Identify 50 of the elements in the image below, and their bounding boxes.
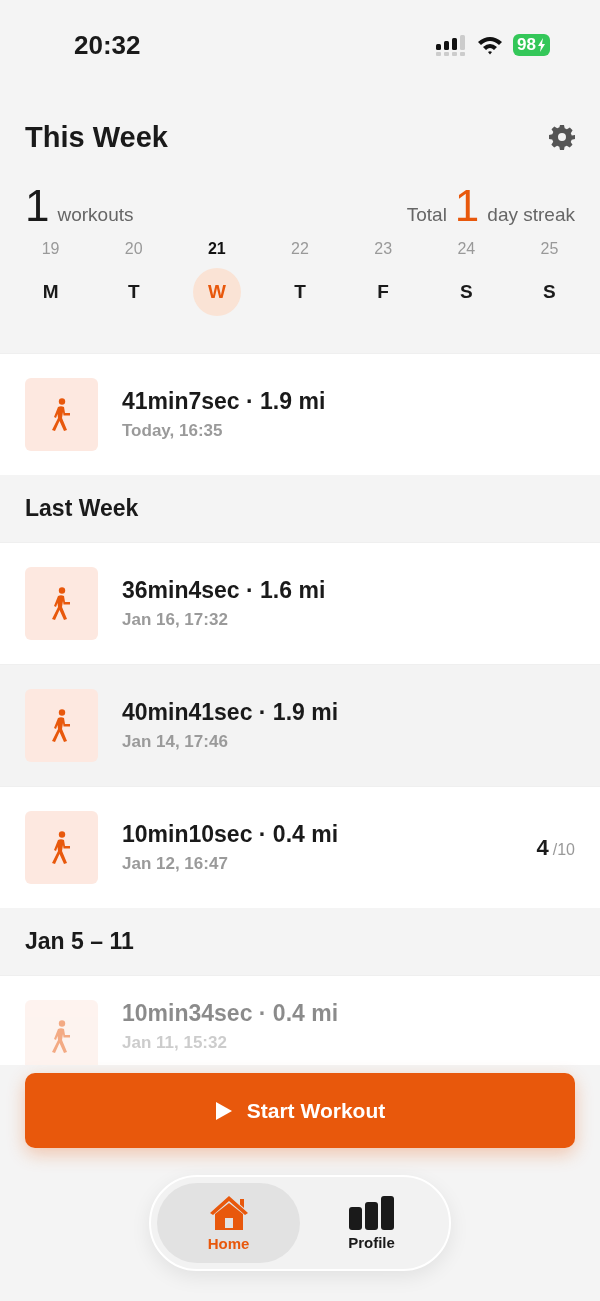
workout-summary: 10min10sec · 0.4 mi — [122, 821, 340, 848]
score-value: 4 — [536, 834, 549, 861]
section-heading: Last Week — [0, 475, 600, 542]
walking-icon — [50, 830, 73, 865]
day-number: 22 — [291, 240, 309, 258]
section-title: This Week — [25, 120, 168, 154]
day-number: 24 — [457, 240, 476, 258]
streak-count: 1 — [454, 181, 480, 230]
signal-icon — [435, 34, 468, 56]
workout-date: Today, 16:35 — [122, 421, 224, 441]
tab-button[interactable]: Profile — [300, 1183, 443, 1263]
walking-icon — [50, 586, 73, 621]
workouts-label: workouts — [57, 204, 134, 225]
workout-date: Jan 16, 17:32 — [122, 610, 229, 630]
status-time: 20:32 — [74, 29, 142, 61]
play-icon — [214, 1100, 233, 1121]
workout-row[interactable]: 40min41sec · 1.9 mi Jan 14, 17:46 — [0, 664, 600, 786]
weekday-button[interactable]: S — [525, 268, 574, 316]
day-number: 19 — [41, 240, 60, 258]
workout-row[interactable]: 10min10sec · 0.4 mi Jan 12, 16:47 4 /10 — [0, 786, 600, 908]
weekday-button[interactable]: S — [442, 268, 491, 316]
battery-indicator: 98 — [513, 34, 550, 56]
bar-chart-icon — [349, 1195, 394, 1230]
walking-icon — [50, 708, 73, 743]
workout-date: Jan 12, 16:47 — [122, 854, 229, 874]
total-label: Total — [406, 204, 447, 225]
wifi-icon — [477, 35, 504, 55]
settings-icon[interactable] — [549, 124, 575, 150]
workout-count: 1 — [25, 181, 50, 230]
weekday-button[interactable]: T — [109, 268, 158, 316]
workout-summary: 40min41sec · 1.9 mi — [122, 699, 340, 726]
workout-summary: 41min7sec · 1.9 mi — [122, 388, 327, 415]
start-workout-button[interactable]: Start Workout — [25, 1073, 575, 1148]
workout-summary: 36min4sec · 1.6 mi — [122, 577, 327, 604]
day-number: 21 — [207, 240, 226, 258]
workout-row[interactable]: 41min7sec · 1.9 mi Today, 16:35 — [0, 353, 600, 475]
weekday-button[interactable]: T — [276, 268, 324, 316]
workout-summary: 10min34sec · 0.4 mi — [122, 1000, 340, 1027]
day-number: 25 — [540, 240, 559, 258]
day-number: 20 — [124, 240, 143, 258]
weekday-button[interactable]: M — [26, 268, 75, 316]
streak-label: day streak — [487, 204, 575, 225]
workout-date: Jan 14, 17:46 — [122, 732, 229, 752]
walking-icon — [50, 397, 73, 432]
score-max: /10 — [552, 840, 575, 859]
workout-row[interactable]: 36min4sec · 1.6 mi Jan 16, 17:32 — [0, 542, 600, 664]
section-heading: Jan 5 – 11 — [0, 908, 600, 975]
walking-icon — [50, 1019, 73, 1054]
day-number: 23 — [374, 240, 393, 258]
weekday-button[interactable]: F — [359, 268, 408, 316]
